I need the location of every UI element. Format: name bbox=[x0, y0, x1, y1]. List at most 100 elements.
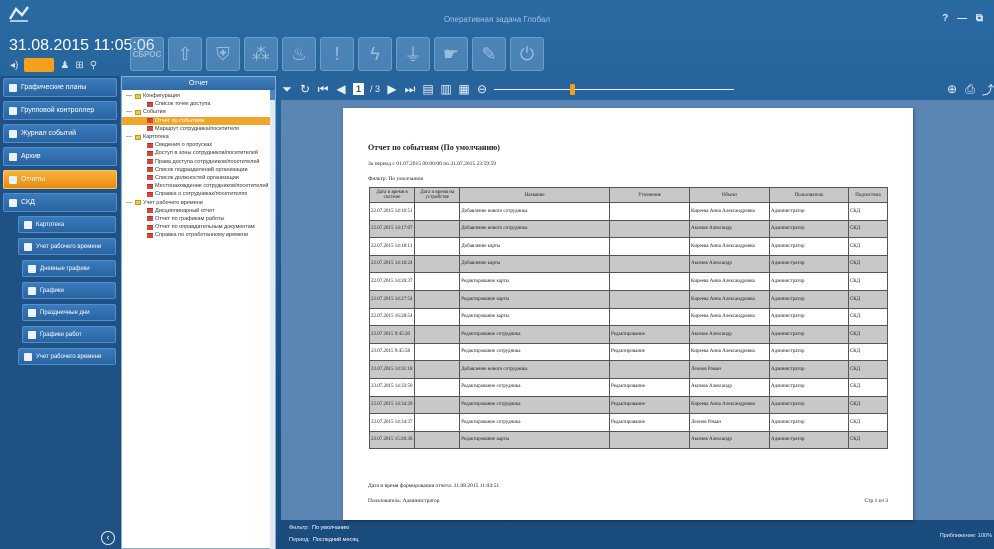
tree-item[interactable]: Список должностей организации bbox=[122, 174, 275, 182]
zoom-slider-thumb[interactable] bbox=[570, 83, 576, 95]
table-cell: СКД bbox=[847, 219, 889, 239]
last-page-icon[interactable]: ⏭ bbox=[404, 82, 416, 97]
table-cell: Акимов Александр bbox=[689, 377, 770, 397]
table-cell: Администратор bbox=[769, 307, 849, 327]
tree-header: Отчет bbox=[122, 77, 275, 90]
filter-icon[interactable]: ⏷ bbox=[281, 82, 293, 97]
nav-work-schedules[interactable]: Графики работ bbox=[22, 326, 116, 343]
table-cell: 23.07.2015 9:45:20 bbox=[368, 325, 416, 344]
hand-button[interactable]: ☛ bbox=[434, 37, 468, 71]
table-cell bbox=[609, 272, 690, 291]
table-cell: СКД bbox=[847, 307, 889, 327]
tree-item[interactable]: Местонахождение сотрудников/посетителей bbox=[122, 182, 275, 190]
nav-label: Учет рабочего времени bbox=[36, 243, 102, 250]
current-page-field[interactable]: 1 bbox=[353, 83, 365, 95]
collapse-icon[interactable]: — bbox=[126, 133, 133, 141]
collapse-icon[interactable]: — bbox=[126, 108, 133, 116]
tree-folder-config[interactable]: — Конфигурация bbox=[122, 92, 275, 100]
door-up-button[interactable]: ⇧ bbox=[168, 37, 202, 71]
nav-time-tracking[interactable]: Учет рабочего времени bbox=[18, 238, 116, 255]
window-controls[interactable]: ? — ⧉ bbox=[942, 13, 986, 24]
next-page-icon[interactable]: ▶ bbox=[386, 82, 398, 96]
tree-item[interactable]: Список точек доступа bbox=[122, 100, 275, 108]
table-cell: Киреева Анна Александровна bbox=[689, 237, 770, 256]
table-cell: Администратор bbox=[769, 289, 849, 309]
chevron-left-icon: ‹ bbox=[106, 532, 110, 542]
nav-card-index[interactable]: Картотека bbox=[18, 216, 116, 233]
nav-graphic-plans[interactable]: Графические планы bbox=[3, 78, 117, 97]
first-page-icon[interactable]: ⏮ bbox=[317, 82, 329, 97]
tree-folder-events[interactable]: — События bbox=[122, 108, 275, 116]
fire-button[interactable]: ♨ bbox=[282, 37, 316, 71]
sensor-button[interactable]: ⁂ bbox=[244, 37, 278, 71]
report-icon bbox=[147, 175, 153, 181]
power-surge-button[interactable]: ϟ bbox=[358, 37, 392, 71]
nav-day-schedules[interactable]: Дневные графики bbox=[22, 260, 116, 277]
tree-item[interactable]: Справка по отработанному времени bbox=[122, 231, 275, 239]
plug-button[interactable]: ⏚ bbox=[396, 37, 430, 71]
zoom-slider[interactable] bbox=[494, 83, 735, 95]
tree-item-selected[interactable]: Отчет по событиям bbox=[122, 116, 275, 125]
tree-item[interactable]: Сведения о пропусках bbox=[122, 141, 275, 149]
zoom-status: Приближение: 100% bbox=[939, 533, 992, 539]
refresh-icon[interactable]: ↻ bbox=[299, 82, 311, 96]
table-cell: Редактирование bbox=[609, 377, 690, 397]
report-viewer: Отчет по событиям (По умолчанию) За пери… bbox=[281, 100, 994, 520]
nav-label: Журнал событий bbox=[21, 130, 77, 137]
table-row: 23.07.2015 14:34:37 Редактирование сотруд… bbox=[368, 413, 889, 432]
volume-icon[interactable]: ◂) bbox=[10, 60, 18, 71]
nav-skd[interactable]: СКД bbox=[3, 193, 117, 212]
report-title: Отчет по событиям (По умолчанию) bbox=[368, 143, 500, 152]
column-header: Подсистема bbox=[847, 187, 889, 203]
table-cell: СКД bbox=[847, 254, 889, 274]
nav-reports[interactable]: Отчеты bbox=[3, 170, 117, 189]
tree-item[interactable]: Справка о сотрудниках/посетителях bbox=[122, 190, 275, 198]
tree-item[interactable]: Список подразделений организации bbox=[122, 166, 275, 174]
tree-folder-cards[interactable]: — Картотека bbox=[122, 133, 275, 141]
table-row: 22.07.2015 14:16:51 Добавление нового сот… bbox=[368, 202, 889, 221]
power-button[interactable]: ⏻ bbox=[510, 37, 544, 71]
collapse-icon[interactable]: — bbox=[126, 199, 133, 207]
wrench-button[interactable]: ✎ bbox=[472, 37, 506, 71]
table-cell: 22.07.2015 14:17:07 bbox=[368, 219, 416, 239]
collapse-icon[interactable]: — bbox=[126, 92, 133, 100]
alarm-indicator[interactable] bbox=[24, 58, 55, 72]
calendar-icon bbox=[28, 286, 36, 295]
table-cell: 22.07.2015 14:18:11 bbox=[368, 237, 416, 256]
tree-item[interactable]: Доступ в зоны сотрудников/посетителей bbox=[122, 149, 275, 157]
table-cell: 22.07.2015 14:27:54 bbox=[368, 289, 416, 309]
tree-folder-time[interactable]: — Учет рабочего времени bbox=[122, 198, 275, 206]
nav-schedules[interactable]: Графики bbox=[22, 282, 116, 299]
nav-time-tracking-2[interactable]: Учет рабочего времени bbox=[18, 348, 116, 365]
print-icon[interactable]: ⎙ bbox=[964, 82, 976, 97]
tree-item[interactable]: Отчет по оправдательным документам bbox=[122, 223, 275, 231]
table-cell: СКД bbox=[847, 272, 889, 291]
tree-scrollbar[interactable] bbox=[270, 90, 275, 549]
table-cell bbox=[609, 237, 690, 256]
shield-button[interactable]: ⛨ bbox=[206, 37, 240, 71]
reset-button[interactable]: СБРОС bbox=[130, 37, 164, 71]
export-icon[interactable]: ⤴ bbox=[982, 81, 994, 98]
nav-event-journal[interactable]: Журнал событий bbox=[3, 124, 117, 143]
nav-group-controller[interactable]: Групповой контроллер bbox=[3, 101, 117, 120]
zoom-out-icon[interactable]: ⊖ bbox=[476, 82, 488, 96]
nav-archive[interactable]: Архив bbox=[3, 147, 117, 166]
single-page-icon[interactable]: ▤ bbox=[422, 82, 434, 96]
grid-icon[interactable]: ⊞ bbox=[75, 60, 83, 71]
nav-holidays[interactable]: Праздничные дни bbox=[22, 304, 116, 321]
back-button[interactable]: ‹ bbox=[101, 531, 115, 545]
tree-item[interactable]: Дисциплинарный отчет bbox=[122, 207, 275, 215]
location-icon[interactable]: ⚲ bbox=[90, 60, 97, 71]
person-icon[interactable]: ♟ bbox=[60, 60, 69, 71]
scrollbar-thumb[interactable] bbox=[270, 90, 275, 100]
alarm-button[interactable]: ! bbox=[320, 37, 354, 71]
tree-item[interactable]: Маршрут сотрудника/посетителя bbox=[122, 125, 275, 133]
tree-item[interactable]: Права доступа сотрудников/посетителей bbox=[122, 158, 275, 166]
two-page-icon[interactable]: ▥ bbox=[440, 82, 452, 96]
prev-page-icon[interactable]: ◀ bbox=[335, 82, 347, 96]
whole-page-icon[interactable]: ▦ bbox=[458, 82, 470, 96]
zoom-in-icon[interactable]: ⊕ bbox=[946, 82, 958, 96]
tree-item[interactable]: Отчет по графикам работы bbox=[122, 215, 275, 223]
table-cell: Добавление нового сотрудника bbox=[459, 202, 610, 221]
table-cell: Акимов Александр bbox=[689, 219, 770, 239]
